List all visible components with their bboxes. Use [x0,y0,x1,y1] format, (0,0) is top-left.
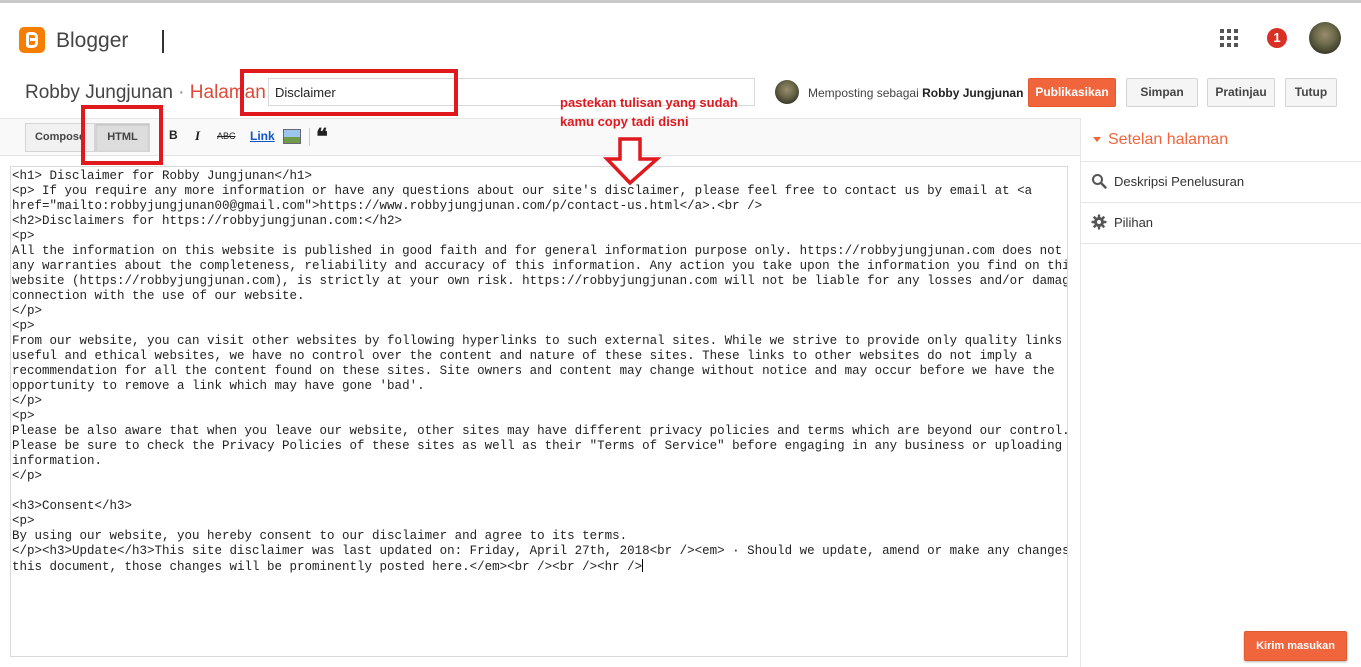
code-line[interactable]: <h1> Disclaimer for Robby Jungjunan</h1> [12,169,1067,184]
code-line[interactable]: </p> [12,394,1067,409]
annotation-arrow-icon [603,137,661,185]
posting-as-label: Memposting sebagai Robby Jungjunan [808,86,1023,100]
save-button[interactable]: Simpan [1126,78,1198,107]
search-icon [1092,174,1107,189]
blogger-logo-icon[interactable] [19,27,45,53]
code-line[interactable]: information. [12,454,1067,469]
author-avatar [775,80,799,104]
annotation-line-1: pastekan tulisan yang sudah [560,95,738,110]
send-feedback-button[interactable]: Kirim masukan [1244,631,1347,661]
code-line[interactable]: any warranties about the completeness, r… [12,259,1067,274]
code-line[interactable]: this document, those changes will be pro… [12,559,1067,575]
breadcrumb-section: Halaman [189,82,266,103]
close-button[interactable]: Tutup [1285,78,1337,107]
tab-compose[interactable]: Compose [25,123,95,152]
code-line[interactable]: </p> [12,304,1067,319]
apps-grid-icon[interactable] [1220,29,1238,47]
page-settings-header[interactable]: Setelan halaman [1081,118,1361,162]
text-caret [642,559,644,572]
link-button[interactable]: Link [250,129,275,143]
sidebar-item-options[interactable]: Pilihan [1081,203,1361,244]
top-bar: Blogger 1 [0,0,1361,70]
bold-icon[interactable]: B [169,128,178,142]
code-line[interactable]: Please be sure to check the Privacy Poli… [12,439,1067,454]
code-line[interactable]: useful and ethical websites, we have no … [12,349,1067,364]
blog-name: Robby Jungjunan [25,82,173,103]
code-line[interactable]: <p> [12,319,1067,334]
annotation-text: pastekan tulisan yang sudah kamu copy ta… [560,93,760,131]
code-line[interactable]: From our website, you can visit other we… [12,334,1067,349]
code-line[interactable] [12,484,1067,499]
annotation-line-2: kamu copy tadi disni [560,114,689,129]
code-line[interactable]: website (https://robbyjungjunan.com), is… [12,274,1067,289]
code-line[interactable]: opportunity to remove a link which may h… [12,379,1067,394]
code-line[interactable]: <p> If you require any more information … [12,184,1067,199]
sidebar-item-label: Deskripsi Penelusuran [1114,174,1245,189]
code-line[interactable]: <h3>Consent</h3> [12,499,1067,514]
page-settings-title: Setelan halaman [1108,131,1229,148]
publish-button[interactable]: Publikasikan [1028,78,1116,107]
code-line[interactable]: <p> [12,409,1067,424]
breadcrumb-separator: · [178,82,185,103]
sidebar-item-search-description[interactable]: Deskripsi Penelusuran [1081,162,1361,203]
code-line[interactable]: All the information on this website is p… [12,244,1067,259]
italic-icon[interactable]: I [195,128,200,144]
code-line[interactable]: By using our website, you hereby consent… [12,529,1067,544]
gear-icon [1091,214,1107,230]
sidebar-item-label: Pilihan [1114,215,1154,230]
collapse-triangle-icon [1093,137,1101,142]
html-source-text[interactable]: <h1> Disclaimer for Robby Jungjunan</h1>… [12,169,1067,575]
code-line[interactable]: Please be also aware that when you leave… [12,424,1067,439]
posting-as-user: Robby Jungjunan [922,86,1024,100]
tab-html[interactable]: HTML [95,123,150,152]
page-settings-sidebar: Setelan halaman Deskripsi Penelusuran Pi… [1080,118,1361,667]
code-line[interactable]: </p> [12,469,1067,484]
toolbar-divider [309,128,310,146]
code-line[interactable]: connection with the use of our website. [12,289,1067,304]
brand-name[interactable]: Blogger [56,29,128,53]
code-line[interactable]: <p> [12,229,1067,244]
code-line[interactable]: recommendation for all the content found… [12,364,1067,379]
code-line[interactable]: <h2>Disclaimers for https://robbyjungjun… [12,214,1067,229]
insert-image-icon[interactable] [283,129,301,144]
header-divider [162,30,164,53]
user-avatar[interactable] [1309,22,1341,54]
quote-icon[interactable]: ❝ [316,124,328,150]
strikethrough-icon[interactable]: ABC [217,131,236,141]
preview-button[interactable]: Pratinjau [1207,78,1275,107]
posting-as-prefix: Memposting sebagai [808,86,919,100]
code-line[interactable]: <p> [12,514,1067,529]
code-line[interactable]: href="mailto:robbyjungjunan00@gmail.com"… [12,199,1067,214]
breadcrumb: Robby Jungjunan · Halaman [25,82,266,104]
html-editor[interactable]: <h1> Disclaimer for Robby Jungjunan</h1>… [10,166,1068,657]
code-line[interactable]: </p><h3>Update</h3>This site disclaimer … [12,544,1067,559]
notification-badge[interactable]: 1 [1267,28,1287,48]
editor-toolbar: Compose HTML B I ABC Link ❝ [0,118,1080,156]
